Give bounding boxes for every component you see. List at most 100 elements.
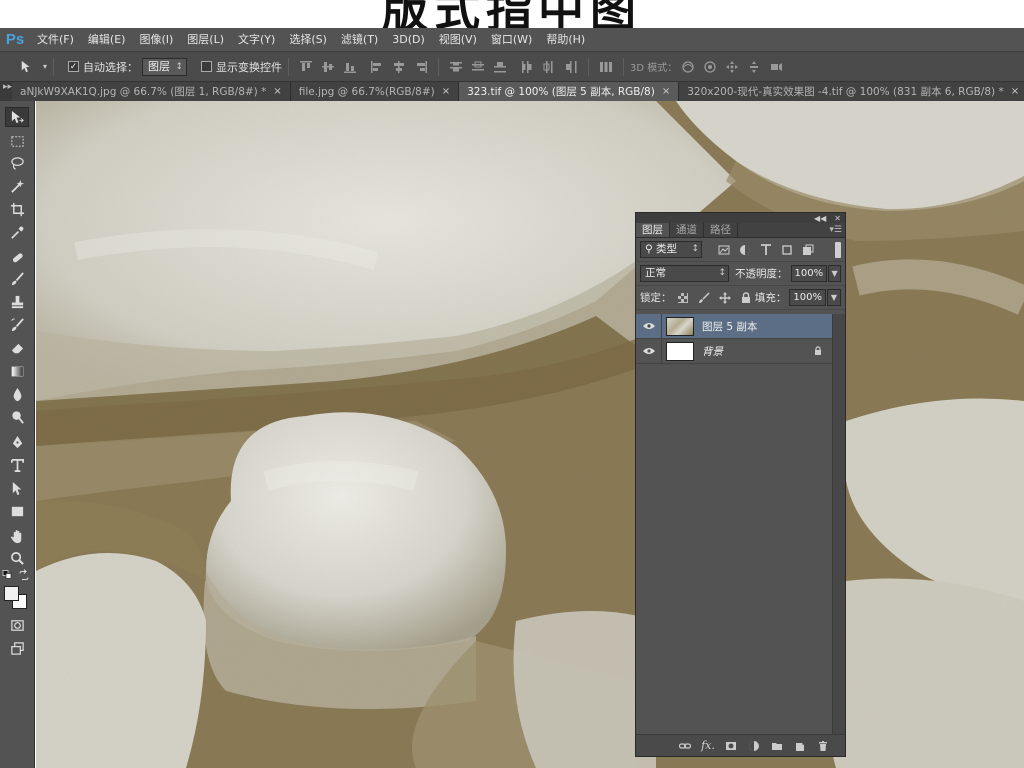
- filter-type-icon[interactable]: [758, 242, 774, 258]
- close-icon[interactable]: ×: [1011, 86, 1019, 97]
- distribute-vcenter-icon[interactable]: [470, 59, 486, 75]
- menu-layer[interactable]: 图层(L): [180, 28, 231, 52]
- adjustment-layer-icon[interactable]: [746, 739, 762, 753]
- link-layers-icon[interactable]: [677, 739, 693, 753]
- close-icon[interactable]: ×: [442, 86, 450, 97]
- 3d-roll-icon[interactable]: [702, 59, 718, 75]
- distribute-left-icon[interactable]: [519, 59, 535, 75]
- default-colors-icon[interactable]: [2, 569, 14, 581]
- close-icon[interactable]: ×: [273, 86, 281, 97]
- 3d-slide-icon[interactable]: [746, 59, 762, 75]
- filter-pixel-icon[interactable]: [716, 242, 732, 258]
- lasso-icon[interactable]: [5, 153, 29, 173]
- blend-mode-dropdown[interactable]: 正常: [640, 265, 730, 282]
- auto-align-icon[interactable]: [598, 59, 614, 75]
- quick-mask-icon[interactable]: [5, 615, 29, 635]
- tab-paths[interactable]: 路径: [704, 223, 738, 237]
- doc-tab[interactable]: file.jpg @ 66.7%(RGB/8#) ×: [290, 82, 460, 101]
- menu-view[interactable]: 视图(V): [432, 28, 484, 52]
- align-bottom-icon[interactable]: [342, 59, 358, 75]
- filter-adjustment-icon[interactable]: [737, 242, 753, 258]
- layer-row[interactable]: 图层 5 副本: [636, 313, 833, 339]
- align-left-icon[interactable]: [369, 59, 385, 75]
- history-brush-icon[interactable]: [5, 315, 29, 335]
- layer-row[interactable]: 背景: [636, 338, 833, 364]
- blur-icon[interactable]: [5, 384, 29, 404]
- 3d-pan-icon[interactable]: [724, 59, 740, 75]
- move-tool-preset-icon[interactable]: [14, 59, 40, 75]
- healing-brush-icon[interactable]: [5, 247, 29, 267]
- auto-select-dropdown[interactable]: 图层: [142, 57, 188, 76]
- type-icon[interactable]: [5, 455, 29, 475]
- menu-file[interactable]: 文件(F): [30, 28, 81, 52]
- lock-all-icon[interactable]: [738, 290, 754, 306]
- menu-image[interactable]: 图像(I): [132, 28, 180, 52]
- eraser-icon[interactable]: [5, 338, 29, 358]
- menu-window[interactable]: 窗口(W): [484, 28, 539, 52]
- filter-smart-object-icon[interactable]: [800, 242, 816, 258]
- distribute-bottom-icon[interactable]: [492, 59, 508, 75]
- eyedropper-icon[interactable]: [5, 222, 29, 242]
- zoom-icon[interactable]: [5, 548, 29, 568]
- align-top-icon[interactable]: [298, 59, 314, 75]
- move-icon[interactable]: [5, 107, 29, 127]
- 3d-rotate-icon[interactable]: [680, 59, 696, 75]
- doc-tab-active[interactable]: 323.tif @ 100% (图层 5 副本, RGB/8) ×: [459, 82, 680, 101]
- magic-wand-icon[interactable]: [5, 176, 29, 196]
- lock-transparent-icon[interactable]: [675, 290, 691, 306]
- lock-pixels-icon[interactable]: [696, 290, 712, 306]
- hand-icon[interactable]: [5, 526, 29, 546]
- menu-filter[interactable]: 滤镜(T): [334, 28, 385, 52]
- align-hcenter-icon[interactable]: [391, 59, 407, 75]
- filter-type-dropdown[interactable]: ⚲ 类型: [640, 241, 702, 258]
- path-select-icon[interactable]: [5, 478, 29, 498]
- menu-3d[interactable]: 3D(D): [385, 28, 432, 52]
- eye-icon[interactable]: [636, 313, 662, 339]
- tab-channels[interactable]: 通道: [670, 223, 704, 237]
- add-mask-icon[interactable]: [723, 739, 739, 753]
- lock-position-icon[interactable]: [717, 290, 733, 306]
- collapse-panel-icon[interactable]: ◀◀: [814, 214, 826, 223]
- menu-edit[interactable]: 编辑(E): [81, 28, 133, 52]
- foreground-color-swatch[interactable]: [4, 586, 19, 601]
- new-group-icon[interactable]: [769, 739, 785, 753]
- marquee-icon[interactable]: [5, 131, 29, 151]
- new-layer-icon[interactable]: [792, 739, 808, 753]
- panel-grip-icon[interactable]: ▸▸: [0, 82, 12, 101]
- screen-mode-icon[interactable]: [5, 638, 29, 658]
- filter-toggle[interactable]: [835, 241, 841, 258]
- panel-menu-icon[interactable]: ▾☰: [829, 225, 842, 235]
- crop-icon[interactable]: [5, 199, 29, 219]
- menu-type[interactable]: 文字(Y): [231, 28, 282, 52]
- app-logo[interactable]: Ps: [0, 28, 30, 52]
- opacity-field[interactable]: 100%: [790, 265, 828, 282]
- fx-icon[interactable]: fx.: [700, 739, 716, 753]
- fill-field[interactable]: 100%: [789, 289, 826, 306]
- auto-select-checkbox[interactable]: ✓: [68, 61, 80, 72]
- menu-help[interactable]: 帮助(H): [539, 28, 592, 52]
- distribute-right-icon[interactable]: [563, 59, 579, 75]
- distribute-top-icon[interactable]: [448, 59, 464, 75]
- distribute-hcenter-icon[interactable]: [541, 59, 557, 75]
- brush-icon[interactable]: [5, 269, 29, 289]
- chevron-down-icon[interactable]: ▼: [828, 265, 841, 282]
- document-canvas[interactable]: [36, 101, 1024, 768]
- tab-layers[interactable]: 图层: [636, 223, 670, 237]
- close-icon[interactable]: ×: [662, 86, 670, 97]
- menu-select[interactable]: 选择(S): [282, 28, 334, 52]
- chevron-down-icon[interactable]: ▼: [827, 289, 841, 306]
- pen-icon[interactable]: [5, 432, 29, 452]
- filter-shape-icon[interactable]: [779, 242, 795, 258]
- align-right-icon[interactable]: [413, 59, 429, 75]
- eye-icon[interactable]: [636, 338, 662, 364]
- clone-stamp-icon[interactable]: [5, 292, 29, 312]
- trash-icon[interactable]: [815, 739, 831, 753]
- rectangle-icon[interactable]: [5, 501, 29, 521]
- doc-tab[interactable]: 320x200-现代-真实效果图 -4.tif @ 100% (831 副本 6…: [679, 82, 1024, 101]
- dodge-icon[interactable]: [5, 407, 29, 427]
- close-panel-icon[interactable]: ✕: [834, 214, 841, 223]
- doc-tab[interactable]: aNJkW9XAK1Q.jpg @ 66.7% (图层 1, RGB/8#) *…: [12, 82, 291, 101]
- align-vcenter-icon[interactable]: [320, 59, 336, 75]
- show-transform-checkbox[interactable]: [201, 61, 213, 72]
- gradient-icon[interactable]: [5, 361, 29, 381]
